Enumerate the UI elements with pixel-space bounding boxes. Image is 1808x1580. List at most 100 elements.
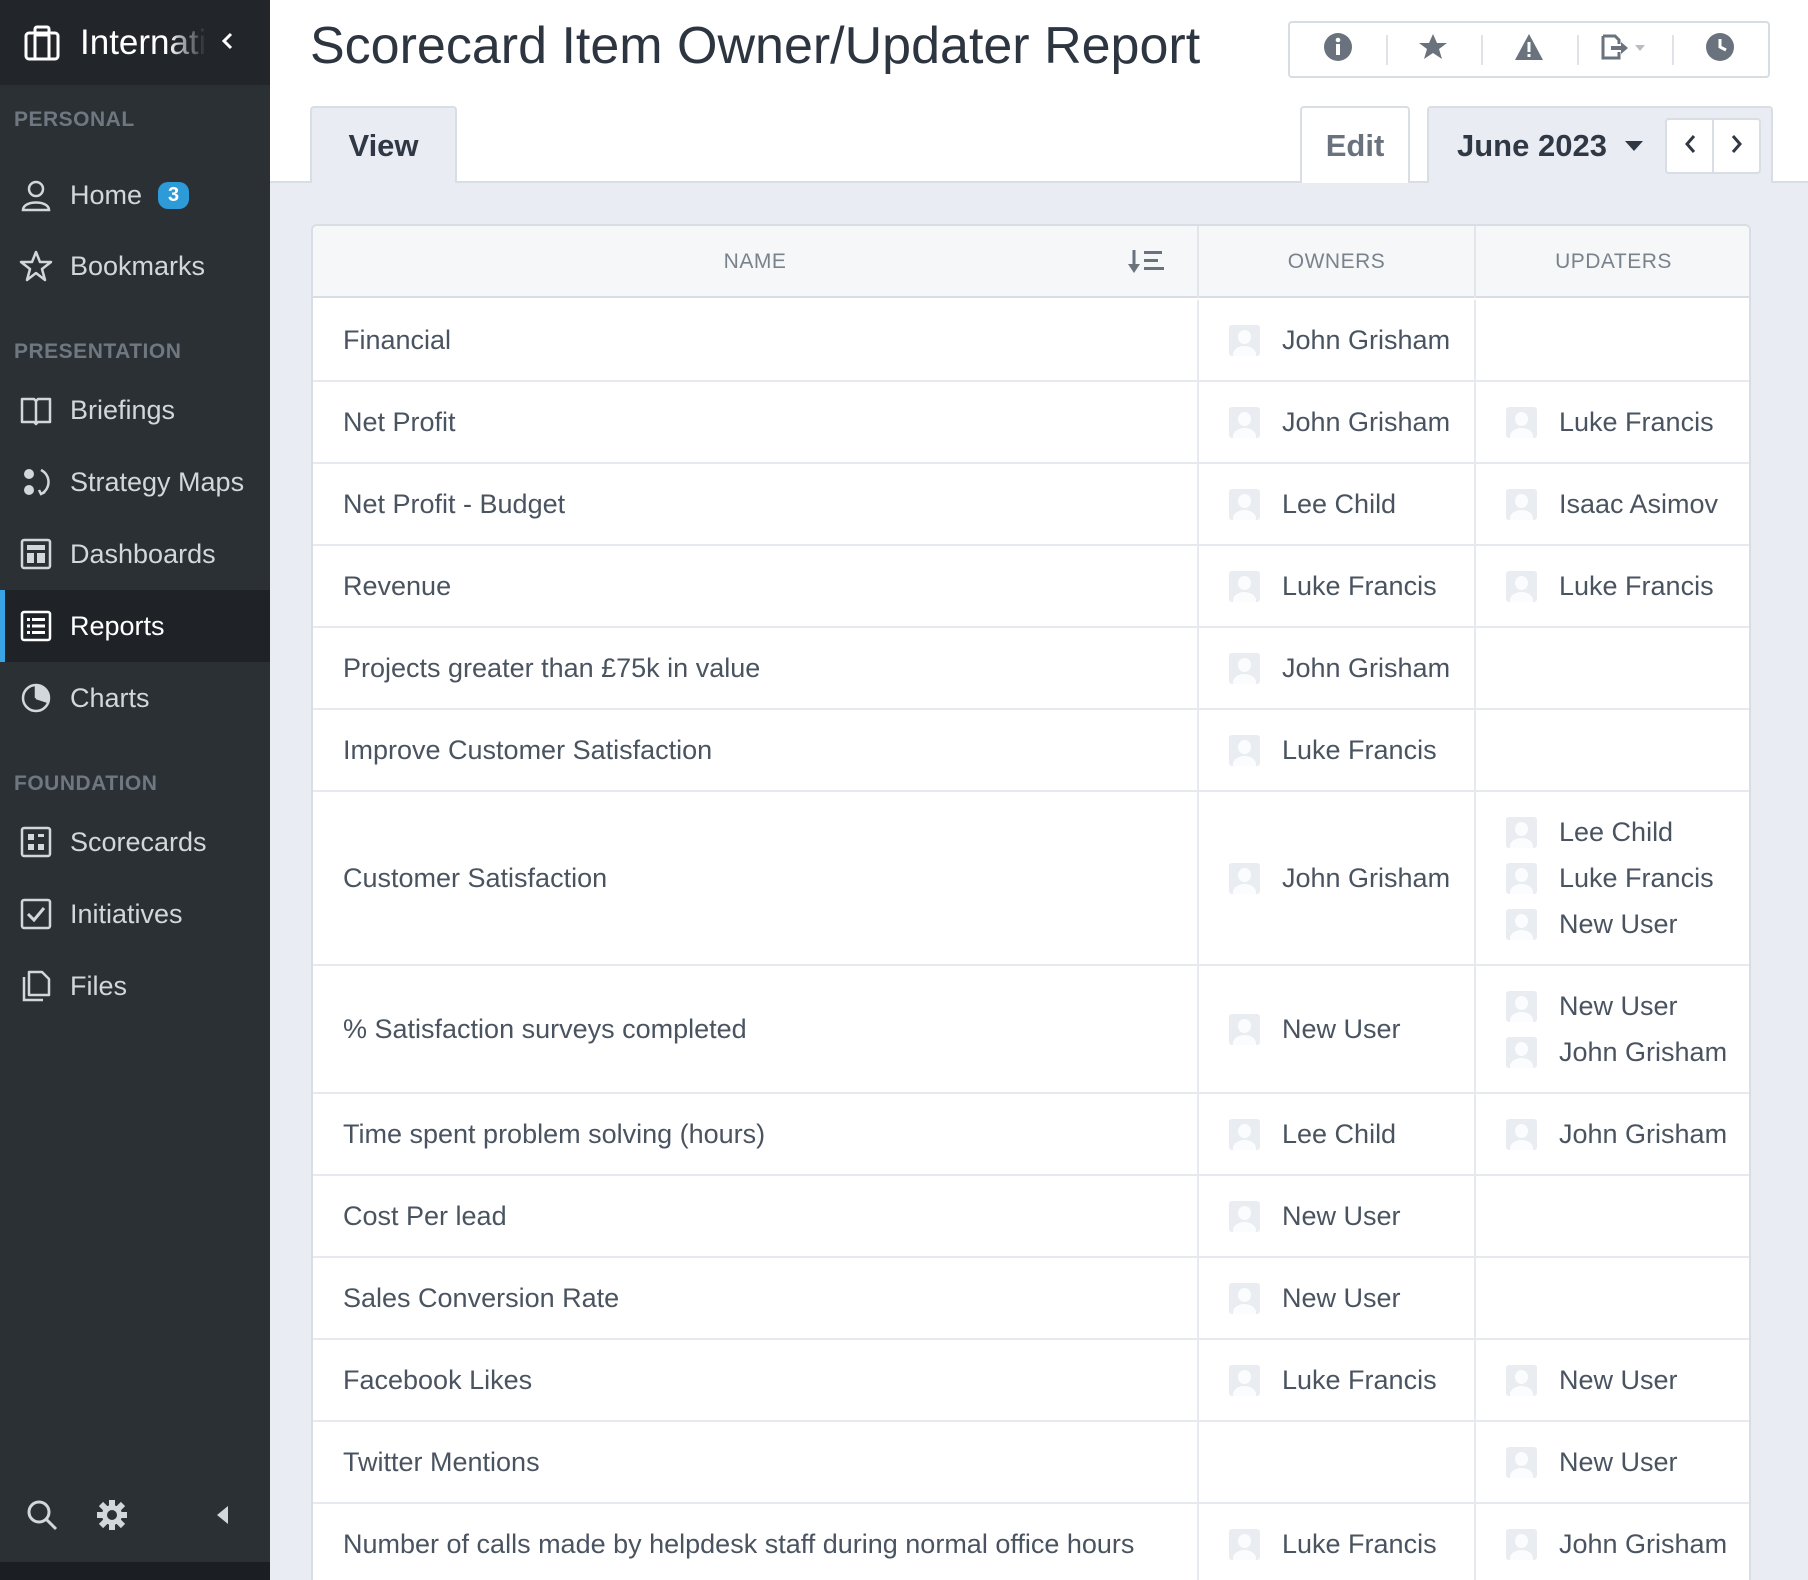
export-button[interactable] (1576, 23, 1673, 76)
person-name: New User (1282, 1282, 1401, 1313)
bookmark-button[interactable] (1385, 23, 1482, 76)
next-period-button[interactable] (1712, 120, 1759, 172)
sidebar-item-bookmarks[interactable]: Bookmarks (0, 230, 270, 302)
sidebar-item-scorecards[interactable]: Scorecards (0, 806, 270, 878)
person-entry[interactable]: Luke Francis (1229, 1521, 1437, 1567)
table-row[interactable]: Net Profit - Budget Lee Child Isaac Asimov (313, 464, 1749, 546)
person-name: Lee Child (1282, 1118, 1397, 1149)
tab-view[interactable]: View (310, 106, 457, 183)
person-entry[interactable]: John Grisham (1229, 399, 1450, 445)
sidebar-item-label: Bookmarks (70, 250, 206, 281)
table-row[interactable]: Customer Satisfaction John Grisham Lee Chi… (313, 792, 1749, 966)
table-row[interactable]: Number of calls made by helpdesk staff d… (313, 1504, 1749, 1580)
person-entry[interactable]: New User (1506, 983, 1678, 1029)
cell-name[interactable]: Net Profit - Budget (313, 464, 1197, 544)
cell-name[interactable]: Facebook Likes (313, 1340, 1197, 1420)
person-entry[interactable]: New User (1506, 1357, 1678, 1403)
cell-name[interactable]: Number of calls made by helpdesk staff d… (313, 1504, 1197, 1580)
person-name: John Grisham (1282, 862, 1451, 893)
history-button[interactable] (1672, 23, 1768, 76)
sidebar-item-reports[interactable]: Reports (0, 590, 270, 662)
table-row[interactable]: % Satisfaction surveys completed New User… (313, 966, 1749, 1094)
cell-name[interactable]: Sales Conversion Rate (313, 1258, 1197, 1338)
person-name: John Grisham (1282, 652, 1451, 683)
table-row[interactable]: Revenue Luke Francis Luke Francis (313, 546, 1749, 628)
column-header-name[interactable]: NAME (313, 226, 1197, 298)
person-entry[interactable]: John Grisham (1506, 1029, 1727, 1075)
person-entry[interactable]: Isaac Asimov (1506, 481, 1718, 527)
gear-icon[interactable] (92, 1495, 132, 1535)
column-header-owners[interactable]: OWNERS (1197, 226, 1474, 298)
person-name: Luke Francis (1559, 862, 1714, 893)
sidebar-item-files[interactable]: Files (0, 950, 270, 1022)
sidebar-item-initiatives[interactable]: Initiatives (0, 878, 270, 950)
cell-name[interactable]: Revenue (313, 546, 1197, 626)
cell-name[interactable]: Projects greater than £75k in value (313, 628, 1197, 708)
person-entry[interactable]: Luke Francis (1229, 563, 1437, 609)
cell-name[interactable]: Cost Per lead (313, 1176, 1197, 1256)
person-entry[interactable]: Luke Francis (1229, 1357, 1437, 1403)
person-entry[interactable]: John Grisham (1229, 855, 1450, 901)
person-entry[interactable]: New User (1229, 1006, 1401, 1052)
sidebar-item-strategy-maps[interactable]: Strategy Maps (0, 446, 270, 518)
table-row[interactable]: Net Profit John Grisham Luke Francis (313, 382, 1749, 464)
table-row[interactable]: Projects greater than £75k in value John … (313, 628, 1749, 710)
alert-button[interactable] (1481, 23, 1577, 76)
person-entry[interactable]: New User (1229, 1193, 1401, 1239)
person-entry[interactable]: Luke Francis (1229, 727, 1437, 773)
sidebar-item-charts[interactable]: Charts (0, 662, 270, 734)
tab-edit[interactable]: Edit (1300, 106, 1410, 183)
chevron-left-icon (1683, 133, 1697, 160)
cell-name[interactable]: Customer Satisfaction (313, 792, 1197, 964)
avatar-icon (1506, 908, 1537, 940)
sidebar-item-label: Charts (70, 682, 150, 713)
caret-down-icon (1624, 140, 1643, 151)
chevron-left-icon[interactable] (220, 27, 234, 58)
avatar-icon (1506, 570, 1537, 602)
avatar-icon (1506, 1364, 1537, 1396)
avatar-icon (1506, 1036, 1537, 1068)
person-entry[interactable]: Lee Child (1229, 481, 1396, 527)
person-entry[interactable]: Lee Child (1229, 1111, 1396, 1157)
table-row[interactable]: Twitter Mentions New User (313, 1422, 1749, 1504)
table-row[interactable]: Facebook Likes Luke Francis New User (313, 1340, 1749, 1422)
cell-updaters (1474, 300, 1749, 380)
avatar-icon (1229, 862, 1260, 894)
collapse-sidebar-icon[interactable] (202, 1495, 242, 1535)
cell-name[interactable]: Financial (313, 300, 1197, 380)
cell-name[interactable]: Twitter Mentions (313, 1422, 1197, 1502)
table-row[interactable]: Improve Customer Satisfaction Luke Franci… (313, 710, 1749, 792)
cell-owners: Luke Francis (1197, 1504, 1474, 1580)
sidebar-item-home[interactable]: Home 3 (0, 159, 270, 231)
person-entry[interactable]: John Grisham (1506, 1521, 1727, 1567)
person-entry[interactable]: Lee Child (1506, 809, 1673, 855)
column-header-updaters[interactable]: UPDATERS (1474, 226, 1749, 298)
person-entry[interactable]: John Grisham (1506, 1111, 1727, 1157)
org-switcher[interactable]: International (0, 0, 270, 85)
person-entry[interactable]: Luke Francis (1506, 399, 1714, 445)
person-entry[interactable]: New User (1229, 1275, 1401, 1321)
person-name: Lee Child (1559, 816, 1674, 847)
sidebar-item-dashboards[interactable]: Dashboards (0, 518, 270, 590)
cell-owners: New User (1197, 1176, 1474, 1256)
previous-period-button[interactable] (1667, 120, 1712, 172)
table-row[interactable]: Financial John Grisham (313, 300, 1749, 382)
person-entry[interactable]: John Grisham (1229, 645, 1450, 691)
person-entry[interactable]: New User (1506, 901, 1678, 947)
sort-icon[interactable] (1128, 248, 1166, 279)
cell-name[interactable]: Net Profit (313, 382, 1197, 462)
table-row[interactable]: Cost Per lead New User (313, 1176, 1749, 1258)
person-entry[interactable]: John Grisham (1229, 317, 1450, 363)
sidebar-item-briefings[interactable]: Briefings (0, 374, 270, 446)
person-entry[interactable]: Luke Francis (1506, 563, 1714, 609)
cell-name[interactable]: % Satisfaction surveys completed (313, 966, 1197, 1092)
person-entry[interactable]: Luke Francis (1506, 855, 1714, 901)
cell-name[interactable]: Improve Customer Satisfaction (313, 710, 1197, 790)
table-row[interactable]: Sales Conversion Rate New User (313, 1258, 1749, 1340)
table-row[interactable]: Time spent problem solving (hours) Lee Ch… (313, 1094, 1749, 1176)
search-icon[interactable] (22, 1495, 62, 1535)
person-entry[interactable]: New User (1506, 1439, 1678, 1485)
cell-name[interactable]: Time spent problem solving (hours) (313, 1094, 1197, 1174)
avatar-icon (1229, 488, 1260, 520)
info-button[interactable] (1290, 23, 1386, 76)
